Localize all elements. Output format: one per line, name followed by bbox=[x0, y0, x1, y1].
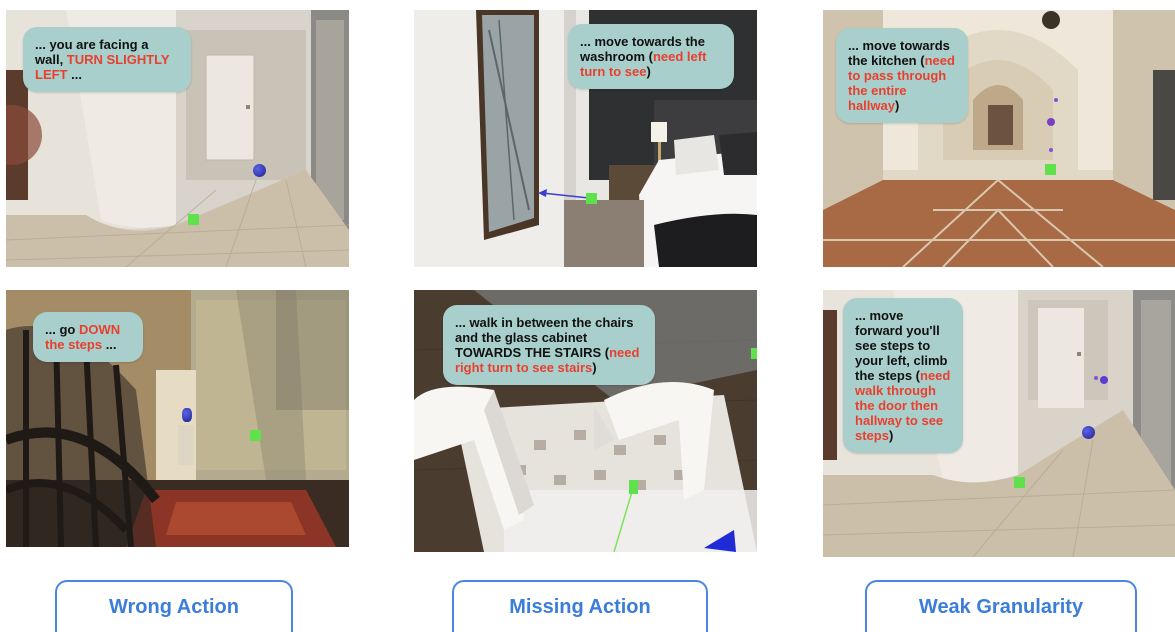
instruction-suffix: ) bbox=[646, 64, 651, 79]
agent-marker bbox=[182, 408, 192, 422]
goal-marker bbox=[586, 193, 597, 204]
instruction-bubble: ... go DOWN the steps ... bbox=[33, 312, 143, 362]
scene-panel-weak-granularity-top: ... move towards the kitchen (need to pa… bbox=[823, 10, 1175, 267]
goal-marker bbox=[1045, 164, 1056, 175]
instruction-bubble: ... move towards the washroom (need left… bbox=[568, 24, 734, 89]
scene-panel-wrong-action-top: ... you are facing a wall, TURN SLIGHTLY… bbox=[6, 10, 349, 267]
goal-marker bbox=[1014, 477, 1025, 488]
instruction-bubble: ... walk in between the chairs and the g… bbox=[443, 305, 655, 385]
goal-marker-edge bbox=[751, 348, 757, 359]
category-label-text: Wrong Action bbox=[109, 596, 239, 618]
category-label-text: Weak Granularity bbox=[918, 596, 1084, 618]
instruction-bubble: ... move forward you'll see steps to you… bbox=[843, 298, 963, 453]
category-label-wrong-action: Wrong Action bbox=[55, 580, 293, 632]
goal-marker bbox=[250, 430, 261, 441]
instruction-suffix: ) bbox=[894, 98, 900, 113]
category-label-weak-granularity: Weak Granularity bbox=[865, 580, 1137, 632]
agent-marker bbox=[253, 164, 266, 177]
instruction-bubble: ... you are facing a wall, TURN SLIGHTLY… bbox=[23, 27, 191, 92]
scene-panel-missing-action-bottom: ... walk in between the chairs and the g… bbox=[414, 290, 757, 552]
instruction-suffix: ) bbox=[888, 428, 894, 443]
category-label-missing-action: Missing Action bbox=[452, 580, 708, 632]
goal-marker bbox=[188, 214, 199, 225]
instruction-suffix: ) bbox=[592, 360, 597, 375]
scene-panel-weak-granularity-bottom: ... move forward you'll see steps to you… bbox=[823, 290, 1175, 557]
scene-panel-wrong-action-bottom: ... go DOWN the steps ... bbox=[6, 290, 349, 547]
instruction-suffix: ... bbox=[67, 67, 82, 82]
instruction-text: ... walk in between the chairs and the g… bbox=[455, 315, 634, 360]
scene-panel-missing-action-top: ... move towards the washroom (need left… bbox=[414, 10, 757, 267]
agent-marker bbox=[1082, 426, 1095, 439]
instruction-suffix: ... bbox=[102, 337, 117, 352]
instruction-bubble: ... move towards the kitchen (need to pa… bbox=[836, 28, 968, 123]
instruction-text: ... go bbox=[45, 322, 79, 337]
goal-marker bbox=[629, 480, 638, 494]
category-label-text: Missing Action bbox=[509, 596, 651, 618]
